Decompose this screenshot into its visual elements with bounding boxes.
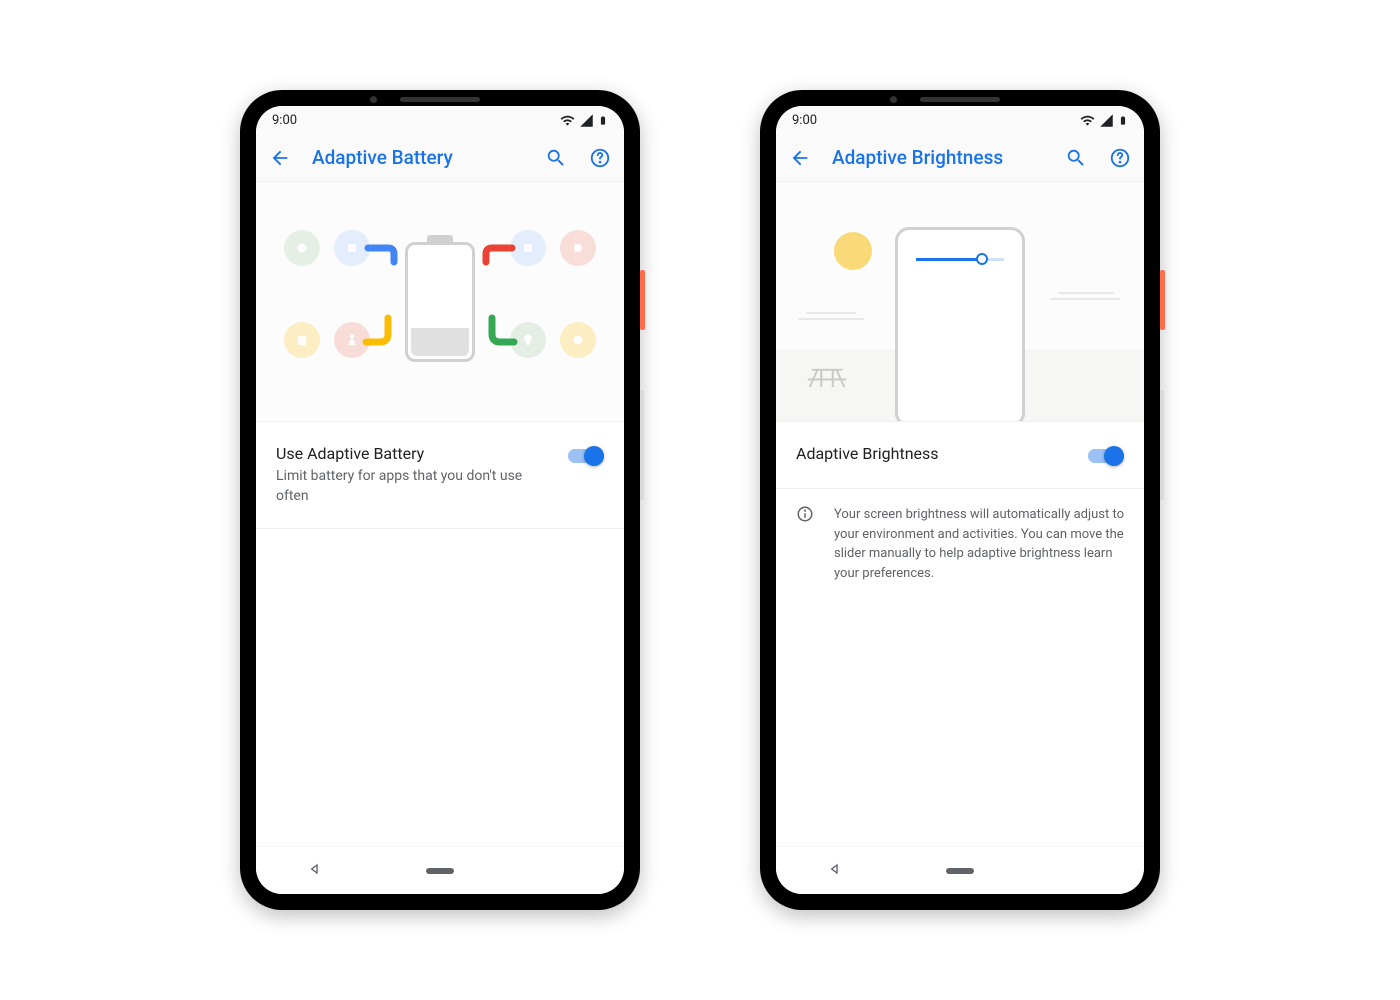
toggle-adaptive-brightness[interactable]	[1088, 446, 1124, 466]
volume-button[interactable]	[1160, 390, 1164, 500]
help-button[interactable]	[1108, 146, 1132, 170]
setting-subtitle: Limit battery for apps that you don't us…	[276, 467, 552, 506]
triangle-back-icon	[827, 861, 843, 877]
phone-sensor	[890, 96, 897, 103]
phone-speaker	[400, 97, 480, 102]
wifi-icon	[1080, 113, 1095, 128]
setting-row-adaptive-brightness[interactable]: Adaptive Brightness	[776, 422, 1144, 489]
battery-icon	[598, 113, 608, 128]
arrow-back-icon	[789, 147, 811, 169]
phone-speaker	[920, 97, 1000, 102]
status-icons	[1080, 113, 1128, 128]
back-button[interactable]	[788, 146, 812, 170]
setting-row-adaptive-battery[interactable]: Use Adaptive Battery Limit battery for a…	[256, 422, 624, 529]
volume-button[interactable]	[640, 390, 644, 500]
screen-left: 9:00 Adaptive Battery	[256, 106, 624, 894]
hero-illustration-brightness	[776, 182, 1144, 422]
nav-home[interactable]	[946, 868, 974, 874]
phone-sensor	[370, 96, 377, 103]
search-icon	[1065, 147, 1087, 169]
hero-illustration-battery	[256, 182, 624, 422]
signal-icon	[579, 113, 594, 128]
nav-back[interactable]	[827, 861, 843, 881]
arrow-back-icon	[269, 147, 291, 169]
page-title: Adaptive Brightness	[832, 146, 1044, 169]
info-text: Your screen brightness will automaticall…	[834, 505, 1124, 583]
wifi-icon	[560, 113, 575, 128]
phone-frame-right: 9:00 Adaptive Brightness	[760, 90, 1160, 910]
help-icon	[589, 147, 611, 169]
status-icons	[560, 113, 608, 128]
info-row: Your screen brightness will automaticall…	[776, 489, 1144, 599]
setting-title: Use Adaptive Battery	[276, 444, 552, 463]
picnic-table-graphic	[804, 366, 850, 389]
mini-phone-graphic	[895, 227, 1025, 422]
triangle-back-icon	[307, 861, 323, 877]
status-bar: 9:00	[776, 106, 1144, 134]
toggle-adaptive-battery[interactable]	[568, 446, 604, 466]
power-button[interactable]	[1160, 270, 1165, 330]
screen-right: 9:00 Adaptive Brightness	[776, 106, 1144, 894]
nav-bar	[776, 846, 1144, 894]
signal-icon	[1099, 113, 1114, 128]
info-icon	[796, 505, 814, 523]
setting-title: Adaptive Brightness	[796, 444, 1072, 463]
nav-home[interactable]	[426, 868, 454, 874]
help-icon	[1109, 147, 1131, 169]
nav-bar	[256, 846, 624, 894]
page-title: Adaptive Battery	[312, 146, 524, 169]
app-bar: Adaptive Battery	[256, 134, 624, 182]
search-icon	[545, 147, 567, 169]
nav-back[interactable]	[307, 861, 323, 881]
back-button[interactable]	[268, 146, 292, 170]
sun-graphic	[834, 232, 872, 270]
search-button[interactable]	[1064, 146, 1088, 170]
help-button[interactable]	[588, 146, 612, 170]
app-bar: Adaptive Brightness	[776, 134, 1144, 182]
battery-graphic	[405, 242, 475, 362]
power-button[interactable]	[640, 270, 645, 330]
status-time: 9:00	[792, 113, 817, 128]
content-area: Use Adaptive Battery Limit battery for a…	[256, 422, 624, 846]
content-area: Adaptive Brightness Your screen brightne…	[776, 422, 1144, 846]
phone-frame-left: 9:00 Adaptive Battery	[240, 90, 640, 910]
status-bar: 9:00	[256, 106, 624, 134]
search-button[interactable]	[544, 146, 568, 170]
battery-icon	[1118, 113, 1128, 128]
status-time: 9:00	[272, 113, 297, 128]
